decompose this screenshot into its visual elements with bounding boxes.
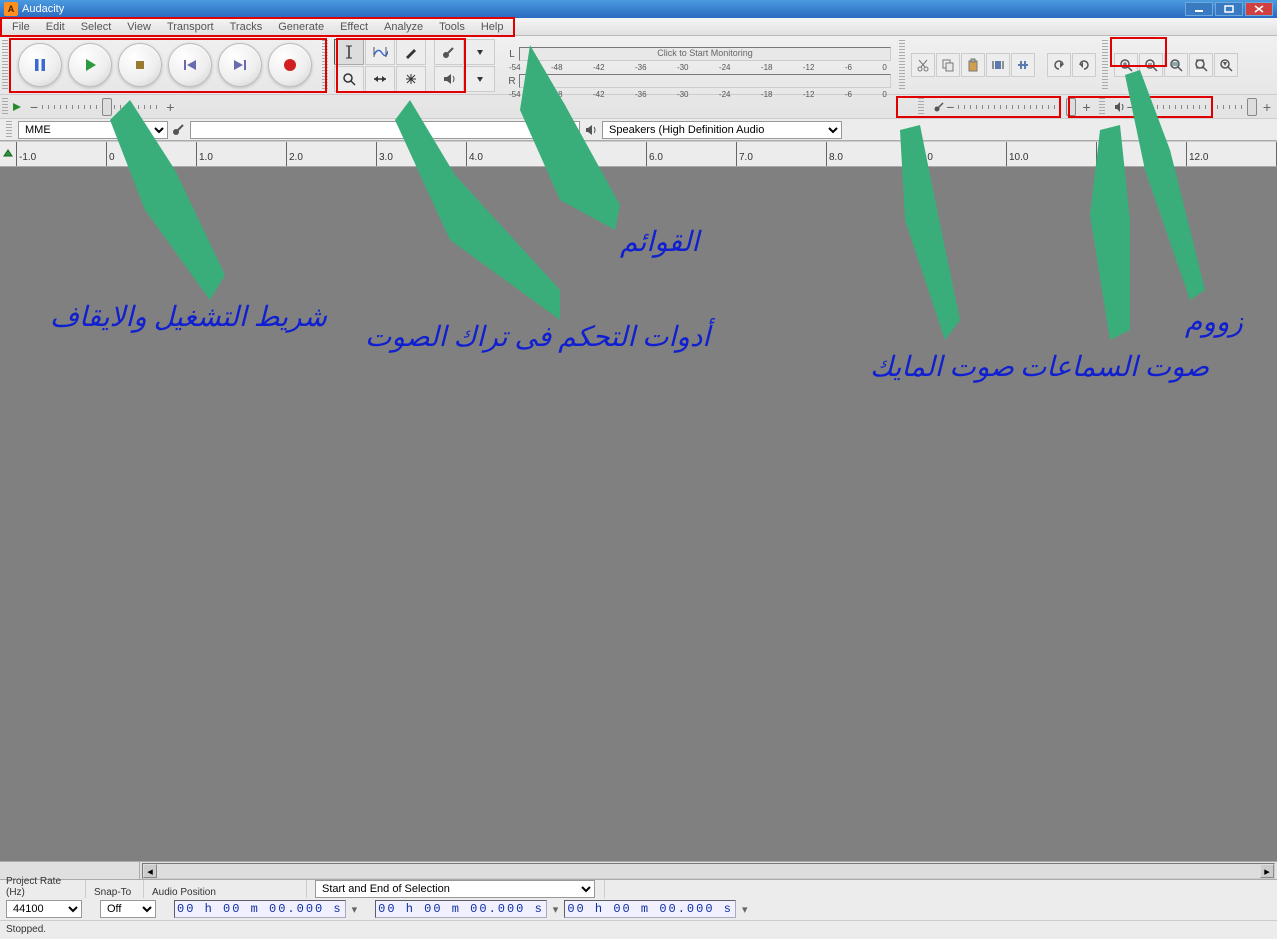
window-controls [1185,2,1273,16]
fit-project-button[interactable] [1189,53,1213,77]
horizontal-scrollbar[interactable]: ◂ ▸ [142,863,1275,879]
recording-volume-slider[interactable]: − + [932,99,1090,115]
toolbars: L Click to Start Monitoring -54-48-42-36… [0,36,1277,141]
trim-button[interactable] [986,53,1010,77]
selection-tool[interactable] [334,39,364,65]
toolbar-grip[interactable] [1102,40,1108,90]
fit-selection-button[interactable] [1164,53,1188,77]
menu-effect[interactable]: Effect [332,19,376,35]
toolbar-grip[interactable] [6,121,12,139]
skip-end-button[interactable] [218,43,262,87]
menu-select[interactable]: Select [73,19,120,35]
rec-meter-dropdown[interactable] [465,39,495,65]
status-bar-area: Project Rate (Hz) Snap-To Audio Position… [0,879,1277,939]
toolbar-grip[interactable] [322,40,328,90]
maximize-button[interactable] [1215,2,1243,16]
menu-edit[interactable]: Edit [38,19,73,35]
draw-tool[interactable] [396,39,426,65]
timeline-ruler[interactable]: -1.001.02.03.04.05.06.07.08.09.010.011.0… [16,142,1277,166]
meter-left-label: L [505,49,519,60]
transport-toolbar [10,43,320,87]
timeshift-tool[interactable] [365,66,395,92]
close-button[interactable] [1245,2,1273,16]
menu-help[interactable]: Help [473,19,512,35]
title-bar: A Audacity [0,0,1277,18]
menu-transport[interactable]: Transport [159,19,222,35]
skip-start-button[interactable] [168,43,212,87]
project-rate-select[interactable]: 44100 [6,900,82,918]
redo-button[interactable] [1072,53,1096,77]
toolbar-grip[interactable] [918,98,924,116]
minimize-button[interactable] [1185,2,1213,16]
audio-position-field[interactable]: 00 h 00 m 00.000 s [174,900,346,918]
menu-tracks[interactable]: Tracks [222,19,271,35]
volume-tool-grid [434,39,495,92]
edit-toolbar [911,53,1035,77]
zoom-toolbar [1114,53,1238,77]
ruler-pin-icon[interactable] [0,142,16,166]
meter-monitor-hint: Click to Start Monitoring [657,48,753,58]
selection-start-field[interactable]: 00 h 00 m 00.000 s [375,900,547,918]
zoom-toggle-button[interactable] [1214,53,1238,77]
mic-device-icon [172,123,186,137]
app-icon: A [4,2,18,16]
track-area[interactable] [0,167,1277,849]
playback-device-select[interactable]: Speakers (High Definition Audio [602,121,842,139]
project-rate-label: Project Rate (Hz) [6,880,86,898]
play-at-speed-icon[interactable] [10,100,24,114]
toolbar-main-row: L Click to Start Monitoring -54-48-42-36… [0,36,1277,94]
timeline-ruler-row: -1.001.02.03.04.05.06.07.08.09.010.011.0… [0,141,1277,167]
menu-bar: File Edit Select View Transport Tracks G… [0,18,1277,36]
recording-device-select[interactable] [190,121,580,139]
mic-icon [932,100,946,114]
menu-view[interactable]: View [119,19,159,35]
cut-button[interactable] [911,53,935,77]
status-text: Stopped. [6,924,46,935]
menu-file[interactable]: File [4,19,38,35]
silence-button[interactable] [1011,53,1035,77]
meter-rec-ticks: -54-48-42-36-30-24-18-12-60 [505,63,891,72]
pause-button[interactable] [18,43,62,87]
record-button[interactable] [268,43,312,87]
audio-host-select[interactable]: MME [18,121,168,139]
toolbar-grip[interactable] [1099,98,1105,116]
horizontal-scrollbar-row: ◂ ▸ [0,861,1277,879]
playback-volume-slider[interactable]: − + [1113,99,1271,115]
tools-grid [334,39,426,92]
rec-meter-mic-icon[interactable] [434,39,464,65]
selection-end-field[interactable]: 00 h 00 m 00.000 s [564,900,736,918]
play-meter-dropdown[interactable] [465,66,495,92]
stop-button[interactable] [118,43,162,87]
copy-button[interactable] [936,53,960,77]
meter-play-ticks: -54-48-42-36-30-24-18-12-60 [505,90,891,99]
menu-analyze[interactable]: Analyze [376,19,431,35]
audio-position-label: Audio Position [152,880,307,898]
zoom-tool[interactable] [334,66,364,92]
toolbar-grip[interactable] [2,40,8,90]
speaker-icon [1113,100,1127,114]
meter-right-label: R [505,76,519,87]
snap-to-select[interactable]: Off [100,900,156,918]
speaker-device-icon [584,123,598,137]
menu-generate[interactable]: Generate [270,19,332,35]
snap-to-label: Snap-To [94,880,144,898]
toolbar-grip[interactable] [899,40,905,90]
zoom-out-button[interactable] [1139,53,1163,77]
envelope-tool[interactable] [365,39,395,65]
undo-toolbar [1047,53,1096,77]
device-toolbar: MME Speakers (High Definition Audio [0,118,1277,140]
window-title: Audacity [22,3,1185,15]
undo-button[interactable] [1047,53,1071,77]
playback-speed-slider[interactable]: − + [30,99,174,115]
toolbar-grip[interactable] [2,98,8,116]
menu-tools[interactable]: Tools [431,19,473,35]
play-meter-speaker-icon[interactable] [434,66,464,92]
selection-mode-select[interactable]: Start and End of Selection [315,880,595,898]
record-meter[interactable]: L Click to Start Monitoring -54-48-42-36… [503,43,893,87]
paste-button[interactable] [961,53,985,77]
play-button[interactable] [68,43,112,87]
zoom-in-button[interactable] [1114,53,1138,77]
multi-tool[interactable] [396,66,426,92]
